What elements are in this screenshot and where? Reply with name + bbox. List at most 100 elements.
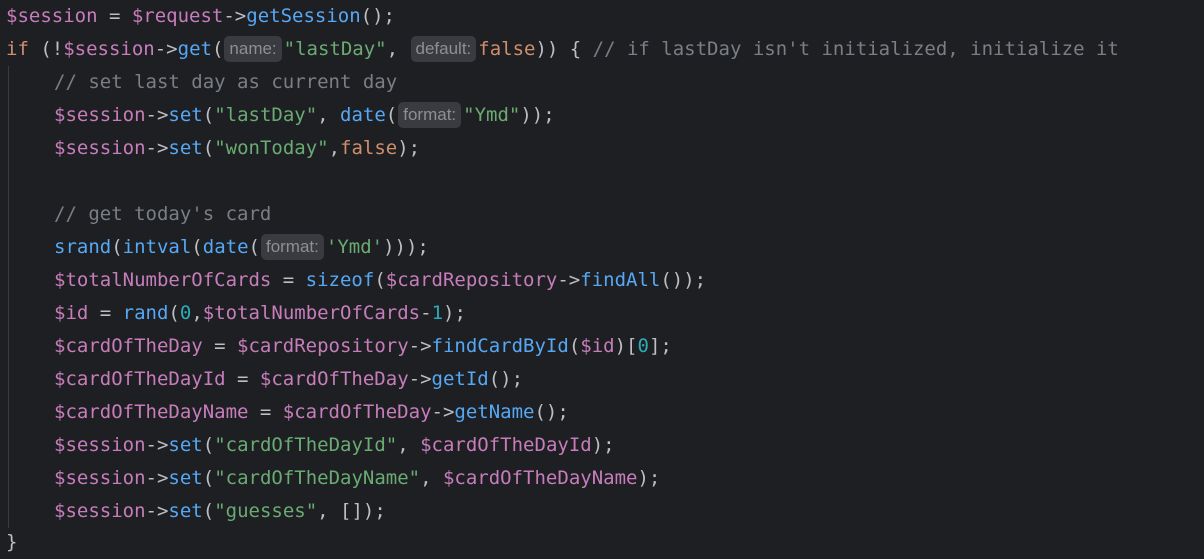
- token-method: set: [168, 500, 203, 522]
- code-line-2[interactable]: if (!$session->get(name: "lastDay", defau…: [6, 33, 1119, 66]
- code-line-9[interactable]: $totalNumberOfCards = sizeof($cardReposi…: [6, 264, 706, 297]
- token-punctuation: ];: [648, 335, 672, 357]
- token-string: "Ymd": [463, 104, 521, 126]
- code-line-1[interactable]: $session = $request->getSession();: [6, 0, 395, 33]
- code-line-7[interactable]: // get today's card: [6, 198, 271, 231]
- token-operator: =: [202, 335, 238, 357]
- token-function: sizeof: [305, 269, 375, 291]
- token-punctuation: ,: [386, 38, 410, 60]
- token-function: date: [202, 236, 249, 258]
- token-punctuation: ();: [488, 368, 524, 390]
- token-method: set: [168, 434, 203, 456]
- token-method: findCardById: [431, 335, 569, 357]
- token-punctuation: (: [385, 104, 398, 126]
- token-punctuation: ));: [520, 104, 555, 126]
- token-variable: $cardOfTheDay: [259, 368, 409, 390]
- token-variable: $session: [63, 38, 155, 60]
- token-variable: $cardOfTheDay: [54, 335, 203, 357]
- token-variable: $totalNumberOfCards: [202, 302, 421, 324]
- token-operator: =: [88, 302, 123, 324]
- code-line-13[interactable]: $cardOfTheDayName = $cardOfTheDay->getNa…: [6, 396, 569, 429]
- token-variable: $cardOfTheDayName: [442, 467, 638, 489]
- token-variable: $session: [54, 137, 146, 159]
- parameter-hint-default: default:: [410, 36, 477, 62]
- code-line-12[interactable]: $cardOfTheDayId = $cardOfTheDay->getId()…: [6, 363, 523, 396]
- code-line-5[interactable]: $session->set("wonToday",false);: [6, 132, 420, 165]
- code-line-11[interactable]: $cardOfTheDay = $cardRepository->findCar…: [6, 330, 672, 363]
- parameter-hint-format: format:: [398, 102, 462, 128]
- token-comment: // set last day as current day: [54, 71, 398, 93]
- token-punctuation: (: [202, 104, 215, 126]
- token-comment: // if lastDay isn't initialized, initial…: [592, 38, 1119, 60]
- token-method: getId: [431, 368, 489, 390]
- token-operator: =: [225, 368, 260, 390]
- token-arrow: ->: [145, 104, 169, 126]
- token-function: date: [340, 104, 386, 126]
- token-variable: $cardOfTheDay: [282, 401, 432, 423]
- token-arrow: ->: [145, 500, 169, 522]
- token-function: rand: [122, 302, 169, 324]
- token-keyword: false: [340, 137, 398, 159]
- token-punctuation: );: [637, 467, 661, 489]
- token-punctuation: (: [211, 38, 224, 60]
- token-punctuation: )));: [383, 236, 429, 258]
- code-line-8[interactable]: srand(intval(date(format: 'Ymd')));: [6, 231, 429, 264]
- token-punctuation: ]);: [351, 500, 386, 522]
- token-variable: $id: [580, 335, 615, 357]
- token-punctuation: ,: [328, 137, 341, 159]
- token-number: 0: [637, 335, 649, 357]
- token-string: "lastDay": [283, 38, 387, 60]
- token-string: "lastDay": [214, 104, 318, 126]
- token-variable: $cardOfTheDayId: [54, 368, 226, 390]
- token-function: srand: [54, 236, 112, 258]
- token-string: 'Ymd': [325, 236, 384, 258]
- token-variable: $cardOfTheDayName: [54, 401, 249, 423]
- token-variable: $session: [54, 467, 146, 489]
- code-line-15[interactable]: $session->set("cardOfTheDayName", $cardO…: [6, 462, 660, 495]
- token-method: set: [168, 467, 203, 489]
- token-arrow: ->: [145, 137, 169, 159]
- token-variable: $request: [131, 5, 224, 27]
- code-line-3[interactable]: // set last day as current day: [6, 66, 397, 99]
- token-punctuation: ();: [534, 401, 569, 423]
- token-arrow: ->: [223, 5, 247, 27]
- token-keyword: if: [6, 38, 29, 60]
- token-arrow: ->: [145, 467, 169, 489]
- token-function: intval: [122, 236, 192, 258]
- token-punctuation: (: [248, 236, 260, 258]
- code-line-14[interactable]: $session->set("cardOfTheDayId", $cardOfT…: [6, 429, 615, 462]
- token-comment: // get today's card: [54, 203, 272, 225]
- token-variable: $session: [6, 5, 98, 27]
- token-arrow: ->: [154, 38, 178, 60]
- token-punctuation: (: [202, 137, 215, 159]
- token-variable: $cardOfTheDayId: [420, 434, 592, 456]
- token-method: get: [177, 38, 212, 60]
- token-variable: $session: [54, 500, 146, 522]
- code-line-16[interactable]: $session->set("guesses", []);: [6, 495, 386, 528]
- token-method: set: [168, 104, 203, 126]
- token-operator: =: [271, 269, 306, 291]
- token-punctuation: (: [568, 335, 581, 357]
- code-line-17[interactable]: }: [6, 526, 17, 559]
- token-method: findAll: [580, 269, 661, 291]
- code-line-4[interactable]: $session->set("lastDay", date(format: "Ym…: [6, 99, 555, 132]
- token-method: set: [168, 137, 203, 159]
- token-operator: =: [97, 5, 132, 27]
- code-editor[interactable]: $session = $request->getSession(); if (!…: [0, 0, 1204, 559]
- token-operator: -: [420, 302, 432, 324]
- token-punctuation: (: [202, 434, 215, 456]
- token-punctuation: , [: [317, 500, 352, 522]
- token-method: getSession: [246, 5, 361, 27]
- token-punctuation: (: [374, 269, 386, 291]
- token-keyword: false: [478, 38, 536, 60]
- code-line-10[interactable]: $id = rand(0,$totalNumberOfCards-1);: [6, 297, 466, 330]
- token-punctuation: );: [443, 302, 466, 324]
- token-punctuation: )[: [614, 335, 638, 357]
- token-punctuation: );: [397, 137, 421, 159]
- token-punctuation: ,: [420, 467, 443, 489]
- token-punctuation: (: [191, 236, 203, 258]
- token-punctuation: ,: [317, 104, 341, 126]
- token-string: "cardOfTheDayName": [214, 467, 421, 489]
- token-method: getName: [454, 401, 535, 423]
- token-punctuation: (: [168, 302, 180, 324]
